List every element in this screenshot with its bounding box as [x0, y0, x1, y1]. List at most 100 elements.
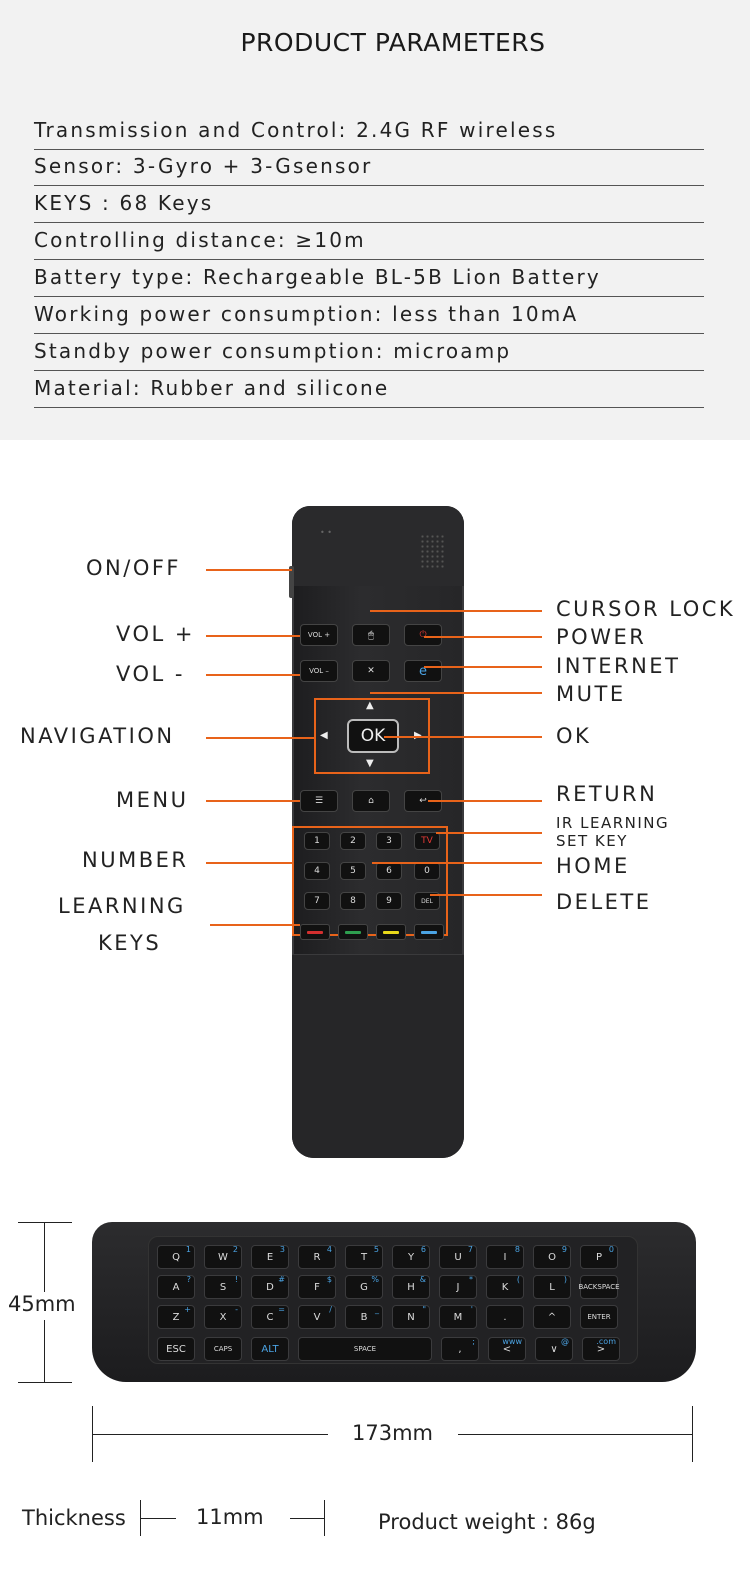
number-key: 8	[340, 892, 366, 910]
callout-line	[428, 800, 542, 802]
key-label: C	[266, 1311, 274, 1323]
key-secondary-label: *	[469, 1275, 473, 1284]
height-dimension-line	[44, 1320, 45, 1382]
label-mute: MUTE	[556, 682, 626, 706]
keyboard-key: L)	[533, 1275, 571, 1299]
number-key: 7	[304, 892, 330, 910]
label-vol-down: VOL -	[116, 662, 185, 686]
label-vol-up: VOL +	[116, 622, 195, 646]
label-number: NUMBER	[82, 848, 189, 872]
keyboard-key: A?	[157, 1275, 195, 1299]
callout-line	[424, 666, 542, 668]
keyboard-key: D #	[251, 1275, 289, 1299]
label-delete: DELETE	[556, 890, 652, 914]
key-label: ^	[547, 1311, 557, 1323]
remote-bottom-panel	[292, 954, 464, 1158]
label-learning: LEARNING	[58, 894, 186, 918]
key-label: CAPS	[213, 1345, 233, 1353]
key-secondary-label: 6	[420, 1245, 426, 1254]
thickness-dimension-line	[290, 1518, 324, 1519]
dimension-tick	[324, 1500, 325, 1536]
arrow-down-icon: ▼	[366, 758, 374, 769]
keyboard-key: J *	[439, 1275, 477, 1299]
keyboard-key: ENTER	[580, 1305, 618, 1329]
learning-key-green	[338, 924, 368, 940]
keyboard-key: ,;	[441, 1337, 479, 1361]
keyboard-key: X-	[204, 1305, 242, 1329]
callout-line	[436, 832, 542, 834]
width-dimension-line	[92, 1434, 328, 1435]
key-label: I	[503, 1251, 507, 1263]
label-menu: MENU	[116, 788, 189, 812]
key-label: ∨	[550, 1343, 558, 1355]
key-label: .	[503, 1311, 507, 1323]
internet-key: e	[404, 660, 442, 682]
home-icon: ⌂	[368, 796, 374, 806]
keyboard-key: CAPS	[204, 1337, 242, 1361]
width-dimension-line	[458, 1434, 692, 1435]
key-label: ESC	[166, 1343, 186, 1355]
key-secondary-label: www	[502, 1337, 522, 1346]
key-label: W	[218, 1251, 228, 1263]
key-secondary-label: 4	[326, 1245, 332, 1254]
callout-line	[206, 674, 300, 676]
label-ok: OK	[556, 724, 592, 748]
thickness-value: 11mm	[196, 1505, 264, 1529]
key-label: V	[313, 1311, 321, 1323]
callout-line	[370, 692, 542, 694]
keyboard-key: F $	[298, 1275, 336, 1299]
key-label: A	[172, 1281, 180, 1293]
key-secondary-label: 8	[514, 1245, 520, 1254]
key-secondary-label: +	[184, 1305, 191, 1314]
keyboard-key: U7	[439, 1245, 477, 1269]
key-secondary-label: 0	[608, 1245, 614, 1254]
key-label: R	[313, 1251, 321, 1263]
width-dimension: 173mm	[352, 1421, 433, 1445]
param-row: Sensor: 3-Gyro + 3-Gsensor	[34, 149, 704, 186]
keyboard-key: M '	[439, 1305, 477, 1329]
key-label: G	[360, 1281, 368, 1293]
callout-line	[384, 736, 542, 738]
keyboard-key: T5	[345, 1245, 383, 1269]
dimension-tick	[692, 1406, 693, 1462]
ir-learning-text: IR LEARNING	[556, 814, 670, 832]
keyboard-key: B _	[345, 1305, 383, 1329]
key-label: ENTER	[587, 1313, 611, 1321]
key-secondary-label: "	[422, 1305, 426, 1314]
key-label: J	[456, 1281, 460, 1293]
param-row: KEYS : 68 Keys	[34, 186, 704, 223]
label-return: RETURN	[556, 782, 658, 806]
keyboard-key: SPACE	[298, 1337, 432, 1361]
key-label: S	[219, 1281, 227, 1293]
keyboard-key: > .com	[582, 1337, 620, 1361]
callout-line	[206, 635, 300, 637]
key-secondary-label: ;	[472, 1337, 475, 1346]
key-label: L	[549, 1281, 555, 1293]
mute-key: ✕	[352, 660, 390, 682]
arrow-left-icon: ◀	[320, 730, 328, 741]
keyboard-key: R4	[298, 1245, 336, 1269]
tv-key: TV	[414, 832, 440, 850]
vol-up-key: VOL +	[300, 624, 338, 646]
thickness-dimension-line	[140, 1518, 176, 1519]
speaker-grille	[420, 534, 444, 568]
key-label: N	[407, 1311, 415, 1323]
key-label: T	[360, 1251, 368, 1263]
keyboard-key: ^	[533, 1305, 571, 1329]
label-cursor-lock: CURSOR LOCK	[556, 597, 736, 621]
key-secondary-label: '	[470, 1305, 473, 1314]
key-secondary-label: /	[329, 1305, 332, 1314]
key-label: U	[454, 1251, 462, 1263]
mic-hole: • •	[320, 528, 332, 537]
learning-key-yellow	[376, 924, 406, 940]
keyboard-key: C =	[251, 1305, 289, 1329]
key-secondary-label: ?	[186, 1275, 191, 1284]
key-secondary-label: $	[326, 1275, 332, 1284]
thickness-label: Thickness	[22, 1506, 126, 1530]
callout-line	[424, 636, 542, 638]
key-label: O	[548, 1251, 556, 1263]
callout-line	[370, 610, 542, 612]
power-key: ⏻	[404, 624, 442, 646]
callout-line	[206, 862, 292, 864]
key-label: K	[501, 1281, 509, 1293]
